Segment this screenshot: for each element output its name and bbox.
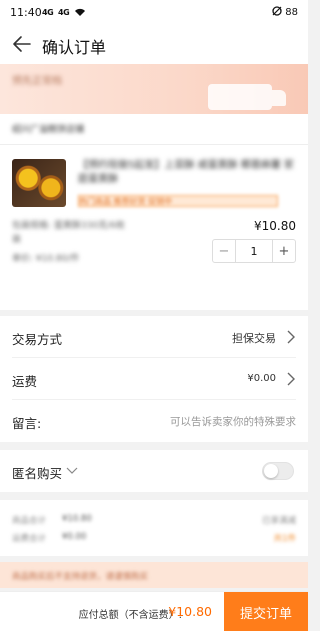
trade-method-row[interactable]: 交易方式 担保交易 bbox=[12, 316, 296, 358]
notice-text: 商品购买后不支持退货，请谨慎购买 bbox=[12, 572, 149, 582]
product-title[interactable]: 【预约现做5起发】上菜酥 咸蛋黄酥 椰蓉麻薯 家庭蛋黄酥 bbox=[78, 159, 296, 187]
product-unit-price: 单价: ¥10.80/件 bbox=[12, 254, 80, 264]
battery-level: 88 bbox=[285, 7, 298, 18]
nav-bar: 确认订单 bbox=[0, 26, 308, 64]
product-card: 【预约现做5起发】上菜酥 咸蛋黄酥 椰蓉麻薯 家庭蛋黄酥 热门商品 推荐好货 促… bbox=[0, 144, 308, 310]
product-spec: 包装规格: 蛋黄酥330克/6枚装 bbox=[12, 221, 125, 245]
trade-method-label: 交易方式 bbox=[12, 332, 63, 347]
product-thumbnail[interactable] bbox=[12, 159, 66, 207]
summary-line: 运费合计 ¥0.00 共1件 bbox=[12, 532, 296, 548]
chevron-right-icon bbox=[287, 372, 295, 386]
message-label: 留言: bbox=[12, 416, 42, 431]
summary-value: ¥0.00 bbox=[62, 532, 87, 542]
shop-name: 绍兴广溢糕饼店铺 bbox=[12, 125, 85, 135]
product-tag: 热门商品 推荐好货 促销中 bbox=[78, 195, 278, 207]
order-summary: 商品合计 ¥10.80 已享满减 运费合计 ¥0.00 共1件 bbox=[0, 500, 308, 556]
truck-icon bbox=[208, 84, 286, 110]
notice-bar: 商品购买后不支持退货，请谨慎购买 bbox=[0, 562, 308, 588]
toggle-knob bbox=[264, 464, 278, 478]
summary-line: 商品合计 ¥10.80 已享满减 bbox=[12, 514, 296, 530]
back-arrow-icon[interactable] bbox=[12, 34, 32, 54]
quantity-minus-button[interactable]: − bbox=[213, 240, 235, 262]
anonymous-purchase-label[interactable]: 匿名购买 bbox=[12, 463, 62, 482]
message-row[interactable]: 留言: 可以告诉卖家你的特殊要求 bbox=[12, 400, 296, 442]
signal-icon-2: 4G bbox=[58, 8, 70, 17]
quantity-plus-button[interactable]: + bbox=[273, 240, 295, 262]
shop-row[interactable]: 绍兴广溢糕饼店铺 bbox=[0, 114, 308, 144]
message-input[interactable]: 可以告诉卖家你的特殊要求 bbox=[170, 414, 296, 429]
total-value: ¥10.80 bbox=[168, 604, 212, 619]
battery-indicator: 88 bbox=[272, 6, 298, 18]
delivery-text: 预先正常档 bbox=[12, 76, 62, 87]
status-time: 11:40 bbox=[10, 6, 42, 19]
anonymous-toggle[interactable] bbox=[262, 462, 294, 480]
status-bar: 11:40 4G 4G 88 bbox=[0, 0, 308, 26]
product-price: ¥10.80 bbox=[254, 219, 296, 233]
signal-icon: 4G bbox=[42, 8, 54, 17]
quantity-value[interactable]: 1 bbox=[235, 240, 273, 262]
summary-note: 已享满减 bbox=[261, 516, 296, 526]
page-title: 确认订单 bbox=[42, 38, 107, 57]
chevron-right-icon bbox=[287, 330, 295, 344]
shipping-label: 运费 bbox=[12, 374, 38, 389]
delivery-banner: 预先正常档 bbox=[0, 64, 308, 114]
summary-note: 共1件 bbox=[273, 534, 296, 544]
wifi-icon bbox=[74, 8, 86, 19]
shipping-row[interactable]: 运费 ¥0.00 bbox=[12, 358, 296, 400]
checkout-bar: 应付总额（不含运费）: ¥10.80 提交订单 bbox=[0, 591, 308, 631]
summary-label: 商品合计 bbox=[12, 516, 47, 526]
summary-value: ¥10.80 bbox=[62, 514, 92, 524]
submit-order-button[interactable]: 提交订单 bbox=[224, 592, 308, 631]
shipping-value: ¥0.00 bbox=[247, 373, 276, 384]
quantity-stepper: − 1 + bbox=[212, 239, 296, 263]
order-options: 交易方式 担保交易 运费 ¥0.00 留言: 可以告诉卖家你的特殊要求 bbox=[0, 316, 308, 442]
chevron-down-icon[interactable] bbox=[66, 467, 78, 475]
total-label: 应付总额（不含运费）: bbox=[78, 610, 182, 621]
anonymous-purchase-row: 匿名购买 bbox=[0, 450, 308, 492]
alarm-icon bbox=[272, 6, 282, 16]
trade-method-value: 担保交易 bbox=[232, 332, 276, 345]
summary-label: 运费合计 bbox=[12, 534, 47, 544]
